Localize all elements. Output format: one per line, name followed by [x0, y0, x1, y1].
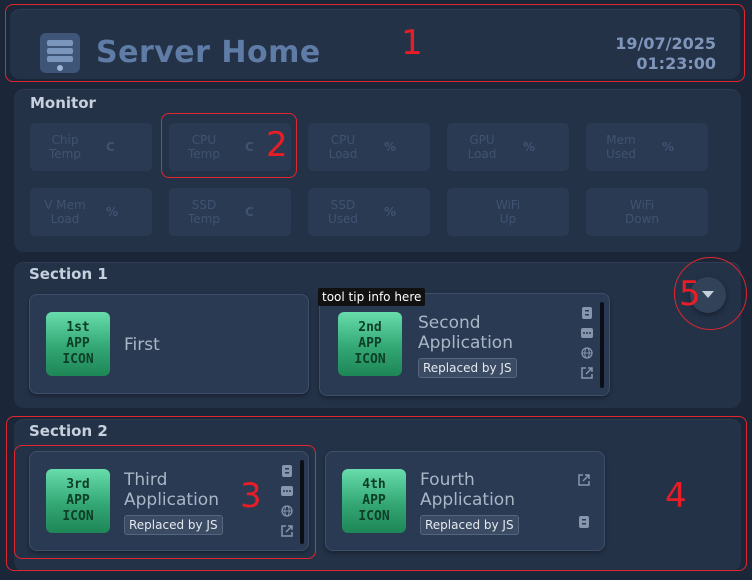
app-card-second[interactable]: 2nd APP ICON Second Application Replaced… — [319, 293, 610, 396]
header-time: 01:23:00 — [636, 54, 716, 73]
external-link-icon[interactable] — [281, 525, 293, 537]
more-icon[interactable] — [581, 327, 593, 339]
tile-unit: C — [106, 140, 115, 154]
section-1-panel: Section 1 1st APP ICON First 2nd APP ICO… — [14, 262, 741, 408]
monitor-tile-gpu-load: GPU Load % — [447, 123, 569, 171]
tile-label: SSD Used — [327, 198, 359, 226]
tile-label: CPU Temp — [188, 133, 220, 161]
globe-icon[interactable] — [581, 347, 593, 359]
monitor-tile-vmem-load: V Mem Load % — [30, 188, 152, 236]
app-name: Third Application — [124, 470, 219, 510]
app-icon: 1st APP ICON — [46, 312, 110, 376]
app-name: First — [124, 335, 160, 355]
tooltip: tool tip info here — [318, 288, 426, 306]
external-link-icon[interactable] — [578, 474, 590, 486]
external-link-icon[interactable] — [581, 367, 593, 379]
tile-label: CPU Load — [328, 133, 358, 161]
app-name: Second Application — [418, 313, 513, 353]
tile-unit: % — [384, 205, 397, 219]
tile-unit: C — [245, 205, 254, 219]
app-icon: 4th APP ICON — [342, 469, 406, 533]
more-icon[interactable] — [281, 485, 293, 497]
tile-label: WiFi Down — [624, 198, 659, 226]
scrollbar[interactable] — [300, 460, 304, 544]
chevron-down-icon — [702, 291, 714, 298]
app-card-fourth[interactable]: 4th APP ICON Fourth Application Replaced… — [325, 451, 605, 551]
tile-label: SSD Temp — [188, 198, 220, 226]
globe-icon[interactable] — [281, 505, 293, 517]
header-bar: Server Home 19/07/2025 01:23:00 — [10, 9, 740, 79]
app-card-third[interactable]: 3rd APP ICON Third Application Replaced … — [29, 451, 309, 551]
monitor-panel: Monitor Chip Temp C CPU Temp C CPU Load … — [14, 89, 741, 252]
annotation-number: 5 — [679, 274, 701, 314]
monitor-tile-cpu-load: CPU Load % — [308, 123, 430, 171]
tile-unit: % — [523, 140, 536, 154]
tile-unit: C — [245, 140, 254, 154]
status-badge: Replaced by JS — [418, 358, 517, 378]
app-action-icons — [280, 465, 294, 537]
server-icon — [40, 33, 80, 73]
section-title: Section 2 — [29, 422, 108, 440]
tile-unit: % — [662, 140, 675, 154]
monitor-tile-chip-temp: Chip Temp C — [30, 123, 152, 171]
tile-label: GPU Load — [467, 133, 497, 161]
server-small-icon[interactable] — [578, 516, 590, 528]
monitor-tile-mem-used: Mem Used % — [586, 123, 708, 171]
scrollbar[interactable] — [600, 302, 604, 388]
status-badge: Replaced by JS — [420, 515, 519, 535]
app-card-first[interactable]: 1st APP ICON First — [29, 294, 309, 394]
status-badge: Replaced by JS — [124, 515, 223, 535]
page-title: Server Home — [96, 35, 321, 70]
annotation-number: 2 — [266, 125, 288, 165]
app-action-icons — [580, 307, 594, 379]
section-title: Section 1 — [29, 265, 108, 283]
monitor-tile-wifi-down: WiFi Down — [586, 188, 708, 236]
app-icon: 2nd APP ICON — [338, 312, 402, 376]
tile-label: V Mem Load — [44, 198, 86, 226]
annotation-number: 1 — [401, 23, 423, 63]
tile-label: WiFi Up — [495, 198, 521, 226]
app-name: Fourth Application — [420, 470, 515, 510]
monitor-tile-ssd-temp: SSD Temp C — [169, 188, 291, 236]
tile-label: Chip Temp — [49, 133, 81, 161]
server-small-icon[interactable] — [281, 465, 293, 477]
section-2-panel: Section 2 3rd APP ICON Third Application… — [14, 419, 741, 571]
tile-unit: % — [106, 205, 119, 219]
header-date: 19/07/2025 — [615, 34, 716, 53]
annotation-number: 3 — [240, 476, 262, 516]
annotation-number: 4 — [665, 476, 687, 516]
app-icon: 3rd APP ICON — [46, 469, 110, 533]
monitor-title: Monitor — [30, 94, 96, 112]
monitor-tile-ssd-used: SSD Used % — [308, 188, 430, 236]
tile-label: Mem Used — [605, 133, 637, 161]
server-small-icon[interactable] — [581, 307, 593, 319]
monitor-tile-wifi-up: WiFi Up — [447, 188, 569, 236]
tile-unit: % — [384, 140, 397, 154]
